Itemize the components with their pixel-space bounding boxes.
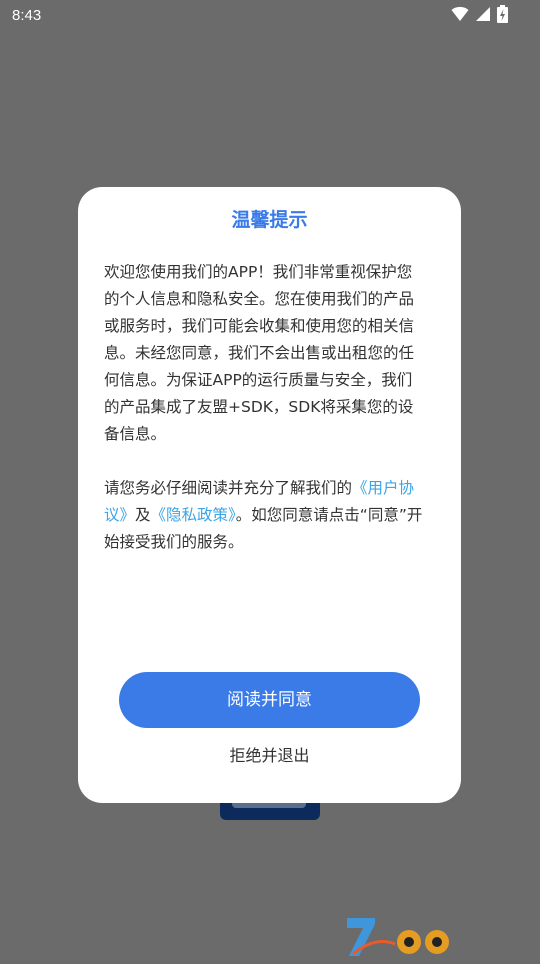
signal-icon — [475, 6, 491, 26]
agree-button[interactable]: 阅读并同意 — [119, 672, 420, 728]
and-text: 及 — [135, 506, 151, 524]
wifi-icon — [451, 6, 469, 26]
privacy-notice-paragraph: 欢迎您使用我们的APP！我们非常重视保护您的个人信息和隐私安全。您在使用我们的产… — [104, 263, 415, 443]
dialog-body: 欢迎您使用我们的APP！我们非常重视保护您的个人信息和隐私安全。您在使用我们的产… — [104, 259, 426, 556]
status-time: 8:43 — [12, 7, 42, 24]
watermark-logo — [345, 914, 540, 960]
privacy-policy-link[interactable]: 《隐私政策》 — [151, 506, 236, 524]
reject-button[interactable]: 拒绝并退出 — [119, 740, 420, 772]
dialog-title: 温馨提示 — [231, 209, 308, 231]
consent-text-before: 请您务必仔细阅读并充分了解我们的 — [104, 479, 353, 497]
battery-icon — [497, 5, 508, 27]
status-icons — [451, 5, 508, 27]
status-bar: 8:43 — [0, 0, 540, 32]
consent-paragraph: 请您务必仔细阅读并充分了解我们的《用户协议》及《隐私政策》。如您同意请点击“同意… — [104, 475, 426, 556]
privacy-dialog: 温馨提示 欢迎您使用我们的APP！我们非常重视保护您的个人信息和隐私安全。您在使… — [78, 187, 461, 803]
